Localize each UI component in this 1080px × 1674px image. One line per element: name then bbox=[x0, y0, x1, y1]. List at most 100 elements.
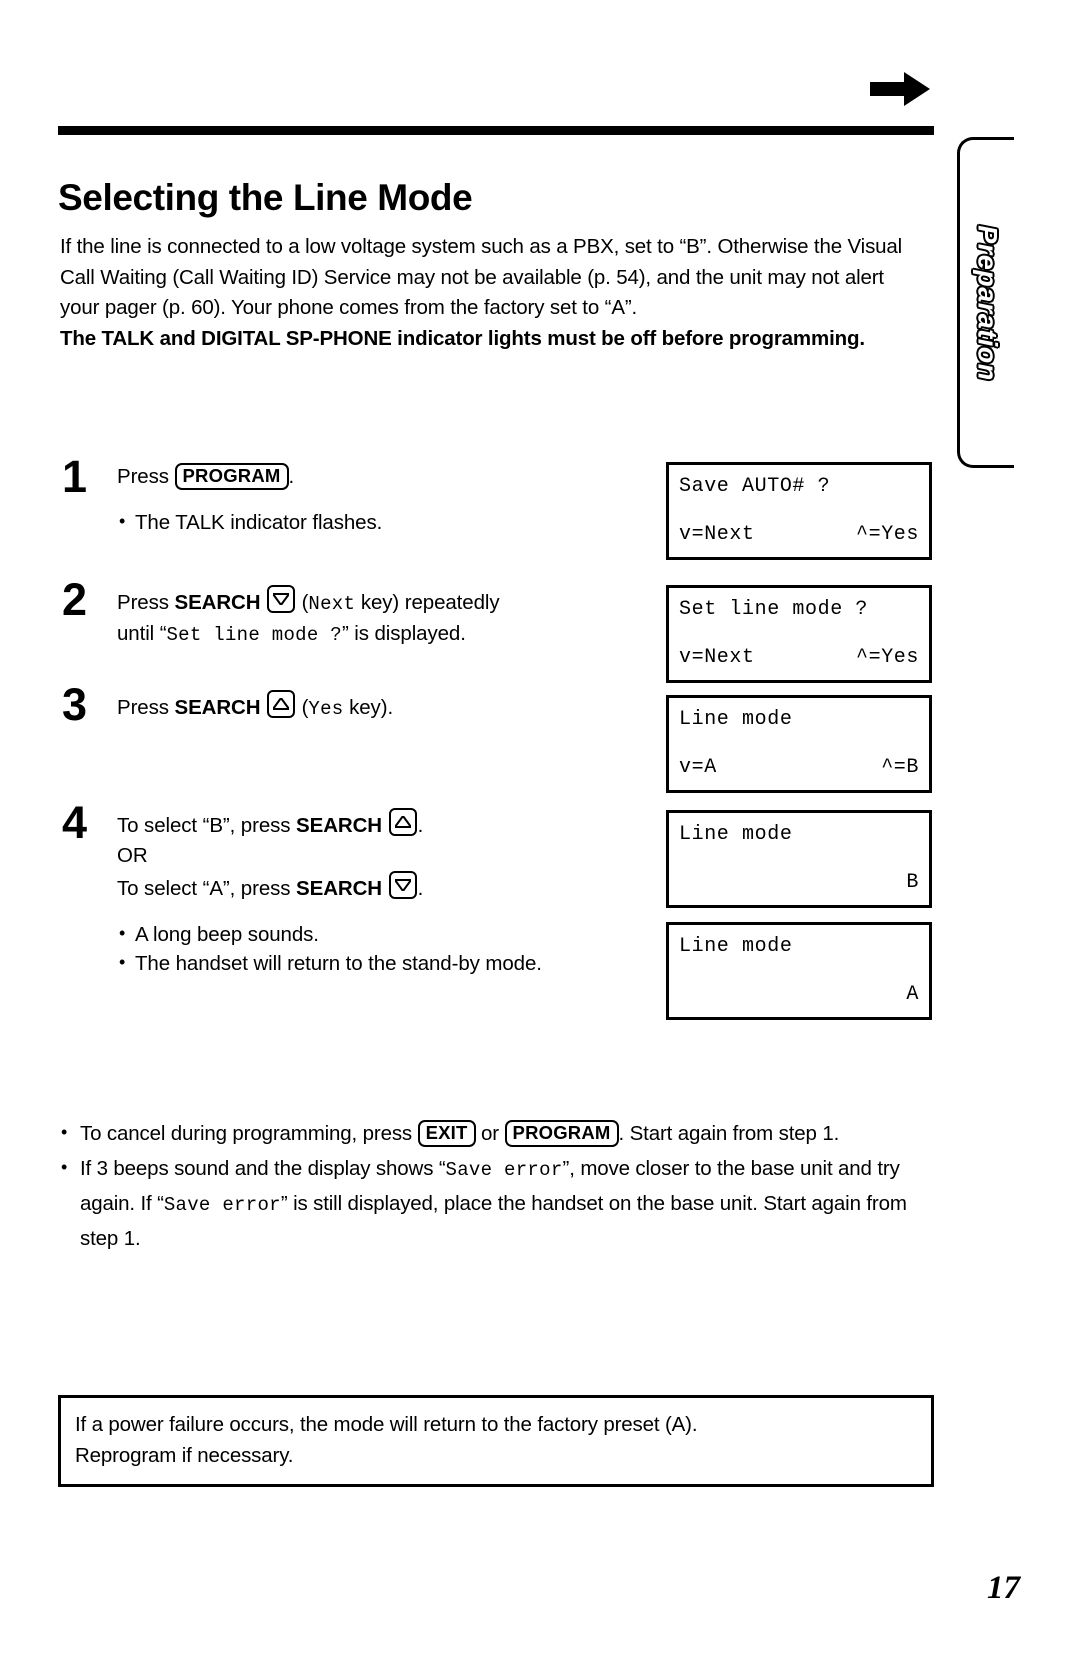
step-3-line: Press SEARCH (Yes key). bbox=[117, 690, 652, 724]
step-3-text-after: key). bbox=[343, 696, 394, 719]
step-2-l2-after: ” is displayed. bbox=[341, 622, 466, 645]
step-4-line-1: To select “B”, press SEARCH . bbox=[117, 808, 652, 841]
lcd-3-bottom-row: v=A ^=B bbox=[669, 755, 929, 790]
lcd-1-spacer bbox=[669, 500, 929, 522]
document-page: Selecting the Line Mode Preparation If t… bbox=[0, 0, 1080, 1674]
note-1-after: . Start again from step 1. bbox=[618, 1122, 840, 1145]
note-2-before: If 3 beeps sound and the display shows “ bbox=[80, 1157, 446, 1180]
lcd-1-top-left: Save AUTO# ? bbox=[679, 475, 831, 498]
step-4-l3-before: To select “A”, press bbox=[117, 877, 297, 900]
step-1-body: Press PROGRAM. The TALK indicator flashe… bbox=[117, 462, 652, 537]
step-2-number: 2 bbox=[62, 574, 88, 625]
up-arrow-key-icon[interactable] bbox=[388, 808, 417, 836]
lcd-3-spacer bbox=[669, 733, 929, 755]
note-2-mono-save-error-1: Save error bbox=[445, 1159, 563, 1181]
lcd-3-bottom-right: ^=B bbox=[881, 756, 919, 779]
step-2-mid: ( bbox=[296, 591, 309, 614]
notes-list: To cancel during programming, press EXIT… bbox=[58, 1116, 928, 1257]
lcd-2-bottom-right: ^=Yes bbox=[855, 646, 919, 669]
step-1-bullet-0: The TALK indicator flashes. bbox=[117, 507, 652, 537]
intro-paragraph: If the line is connected to a low voltag… bbox=[60, 232, 922, 354]
up-arrow-key-icon[interactable] bbox=[267, 690, 296, 718]
page-number: 17 bbox=[987, 1570, 1020, 1606]
note-1-before: To cancel during programming, press bbox=[80, 1122, 418, 1145]
step-3: 3 Press SEARCH (Yes key). bbox=[62, 682, 652, 727]
lcd-display-1: Save AUTO# ? v=Next ^=Yes bbox=[666, 462, 932, 560]
step-1: 1 Press PROGRAM. The TALK indicator flas… bbox=[62, 454, 652, 537]
step-4-bullet-1: The handset will return to the stand-by … bbox=[117, 948, 652, 978]
step-4: 4 To select “B”, press SEARCH . OR To se… bbox=[62, 800, 652, 978]
step-2-mono-next: Next bbox=[308, 593, 356, 615]
search-label: SEARCH bbox=[174, 591, 261, 614]
lcd-5-top-row: Line mode bbox=[669, 925, 929, 960]
lcd-5-spacer bbox=[669, 960, 929, 982]
note-bullet-1: To cancel during programming, press EXIT… bbox=[58, 1116, 928, 1150]
page-title: Selecting the Line Mode bbox=[58, 176, 473, 218]
lcd-2-top-left: Set line mode ? bbox=[679, 598, 869, 621]
note-bullet-2: If 3 beeps sound and the display shows “… bbox=[58, 1151, 928, 1255]
section-tab-preparation: Preparation bbox=[957, 137, 1014, 468]
lcd-4-bottom-right: B bbox=[906, 871, 919, 894]
lcd-4-spacer bbox=[669, 848, 929, 870]
lcd-5-bottom-right: A bbox=[906, 983, 919, 1006]
heading-rule bbox=[58, 126, 934, 135]
step-2-body: Press SEARCH (Next key) repeatedly until… bbox=[117, 585, 652, 650]
lcd-4-top-left: Line mode bbox=[679, 823, 793, 846]
step-3-text-before: Press bbox=[117, 696, 175, 719]
exit-key-badge[interactable]: EXIT bbox=[417, 1120, 476, 1147]
lcd-3-top-row: Line mode bbox=[669, 698, 929, 733]
step-3-mono-yes: Yes bbox=[308, 698, 344, 720]
lcd-1-bottom-right: ^=Yes bbox=[855, 523, 919, 546]
lcd-display-2: Set line mode ? v=Next ^=Yes bbox=[666, 585, 932, 683]
section-tab-label: Preparation bbox=[971, 224, 1003, 382]
lcd-4-top-row: Line mode bbox=[669, 813, 929, 848]
step-2-text-after: key) repeatedly bbox=[355, 591, 500, 614]
lcd-5-top-left: Line mode bbox=[679, 935, 793, 958]
step-3-number: 3 bbox=[62, 679, 88, 730]
step-3-mid: ( bbox=[296, 696, 309, 719]
step-4-line-2: OR bbox=[117, 844, 148, 867]
lcd-2-spacer bbox=[669, 623, 929, 645]
step-4-body: To select “B”, press SEARCH . OR To sele… bbox=[117, 808, 652, 978]
step-2-line-2: until “Set line mode ?” is displayed. bbox=[117, 619, 652, 650]
search-label: SEARCH bbox=[174, 696, 261, 719]
lcd-2-bottom-row: v=Next ^=Yes bbox=[669, 645, 929, 680]
step-1-text-after: . bbox=[288, 465, 295, 488]
lcd-2-bottom-left: v=Next bbox=[679, 646, 755, 669]
search-label: SEARCH bbox=[296, 877, 383, 900]
lcd-1-bottom-row: v=Next ^=Yes bbox=[669, 522, 929, 557]
step-4-l1-after: . bbox=[417, 814, 424, 837]
boxnote-line-2: Reprogram if necessary. bbox=[75, 1444, 294, 1467]
step-4-l1-before: To select “B”, press bbox=[117, 814, 297, 837]
step-2-mono-setlinemode: Set line mode ? bbox=[166, 624, 342, 646]
step-3-body: Press SEARCH (Yes key). bbox=[117, 690, 652, 724]
step-1-text-before: Press bbox=[117, 465, 175, 488]
program-key-badge[interactable]: PROGRAM bbox=[504, 1120, 619, 1147]
step-1-bullets: The TALK indicator flashes. bbox=[117, 507, 652, 537]
lcd-3-top-left: Line mode bbox=[679, 708, 793, 731]
down-arrow-key-icon[interactable] bbox=[267, 585, 296, 613]
step-4-l3-after: . bbox=[417, 877, 424, 900]
step-4-bullet-0: A long beep sounds. bbox=[117, 919, 652, 949]
lcd-display-4: Line mode B bbox=[666, 810, 932, 908]
step-4-bullets: A long beep sounds. The handset will ret… bbox=[117, 919, 652, 978]
lcd-2-top-row: Set line mode ? bbox=[669, 588, 929, 623]
lcd-1-bottom-left: v=Next bbox=[679, 523, 755, 546]
down-arrow-key-icon[interactable] bbox=[388, 871, 417, 899]
intro-bold-note: The TALK and DIGITAL SP-PHONE indicator … bbox=[60, 326, 865, 350]
lcd-display-3: Line mode v=A ^=B bbox=[666, 695, 932, 793]
step-2-line-1: Press SEARCH (Next key) repeatedly bbox=[117, 585, 652, 619]
step-4-line-3: To select “A”, press SEARCH . bbox=[117, 871, 652, 904]
lcd-display-5: Line mode A bbox=[666, 922, 932, 1020]
step-2: 2 Press SEARCH (Next key) repeatedly unt… bbox=[62, 577, 652, 650]
boxnote-line-1: If a power failure occurs, the mode will… bbox=[75, 1413, 698, 1436]
program-key-badge[interactable]: PROGRAM bbox=[174, 463, 289, 490]
lcd-3-bottom-left: v=A bbox=[679, 756, 717, 779]
note-2-mono-save-error-2: Save error bbox=[163, 1194, 281, 1216]
intro-text: If the line is connected to a low voltag… bbox=[60, 235, 903, 319]
power-failure-note-box: If a power failure occurs, the mode will… bbox=[58, 1395, 934, 1487]
step-2-text-before: Press bbox=[117, 591, 175, 614]
lcd-4-bottom-row: B bbox=[669, 870, 929, 905]
search-label: SEARCH bbox=[296, 814, 383, 837]
step-4-number: 4 bbox=[62, 797, 88, 848]
